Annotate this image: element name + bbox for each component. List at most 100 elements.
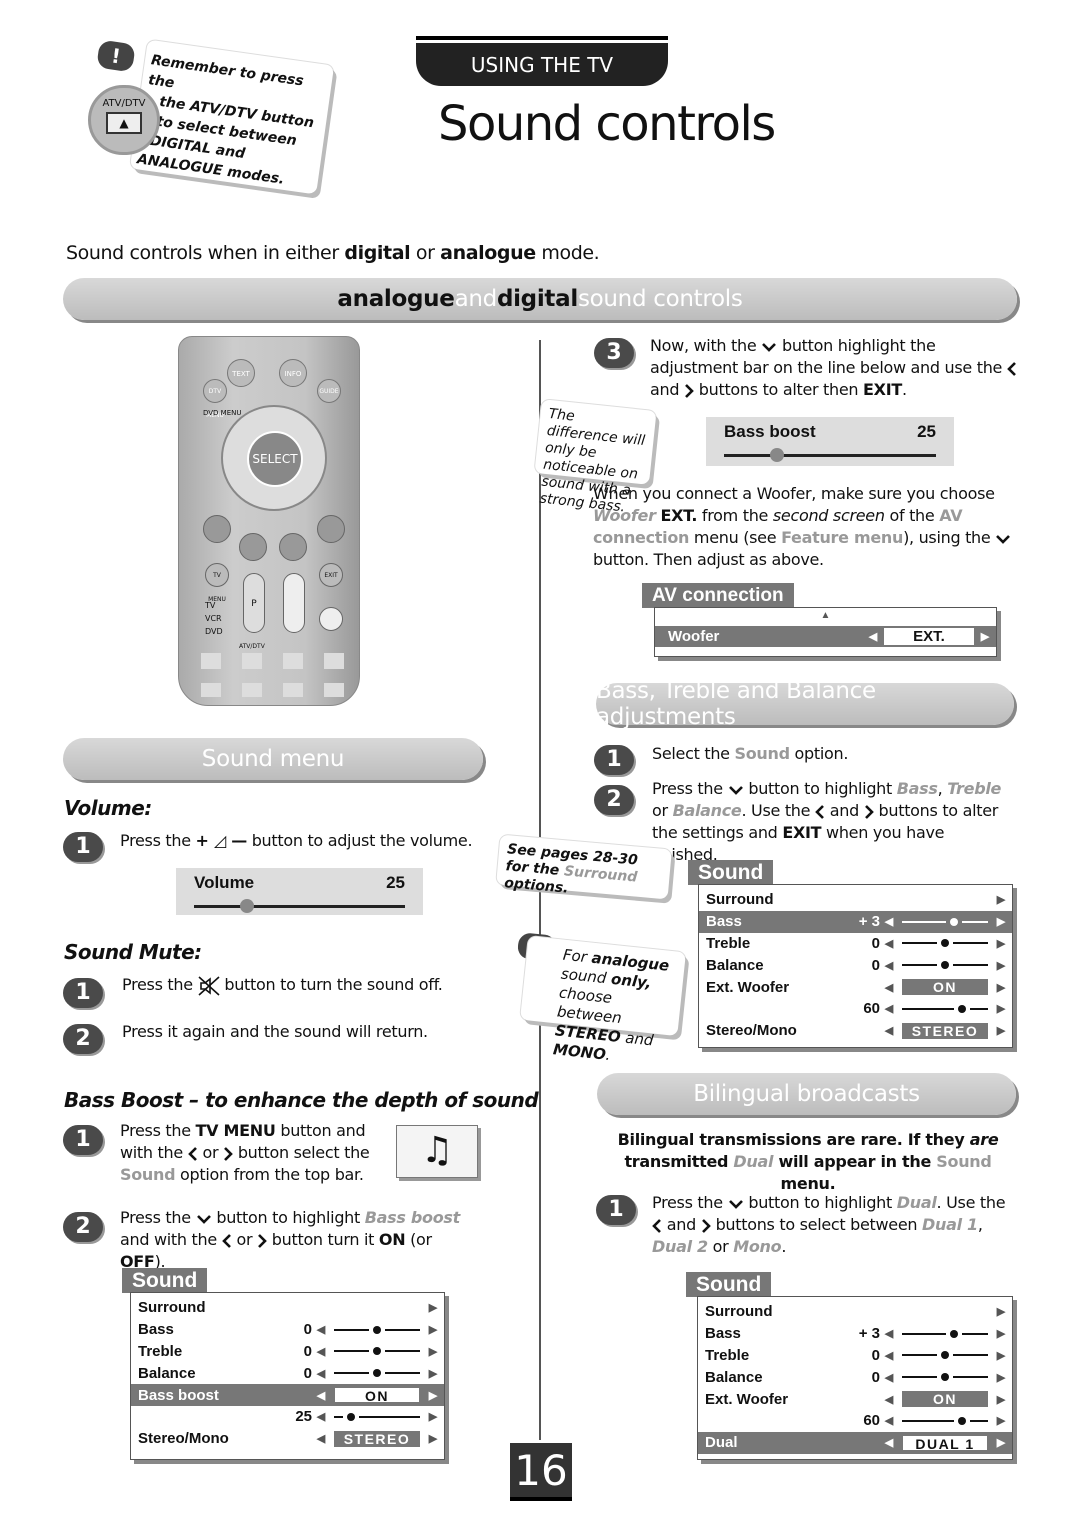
option-value[interactable]: STEREO bbox=[334, 1430, 420, 1447]
left-arrow-icon[interactable]: ◀ bbox=[884, 1436, 894, 1449]
woofer-row[interactable]: Woofer ◀ EXT. ▶ bbox=[655, 626, 996, 647]
menu-row[interactable]: Bass + 3 ◀ ▶ bbox=[699, 910, 1012, 933]
menu-row[interactable]: Surround ▶ bbox=[698, 1301, 1012, 1323]
left-arrow-icon[interactable]: ◀ bbox=[884, 1002, 894, 1015]
slider[interactable] bbox=[334, 1409, 420, 1425]
slider[interactable] bbox=[902, 1347, 988, 1363]
right-arrow-icon[interactable]: ▶ bbox=[996, 1436, 1006, 1449]
slider[interactable] bbox=[334, 1322, 420, 1338]
option-value-text: ON bbox=[902, 979, 988, 996]
right-arrow-icon[interactable]: ▶ bbox=[428, 1301, 438, 1314]
menu-row[interactable]: Treble 0 ◀ ▶ bbox=[131, 1341, 444, 1363]
text-segment: Press the bbox=[120, 831, 196, 850]
right-arrow-icon[interactable]: ▶ bbox=[996, 1327, 1006, 1340]
right-arrow-icon[interactable]: ▶ bbox=[996, 981, 1006, 994]
right-arrow-icon[interactable]: ▶ bbox=[996, 1024, 1006, 1037]
option-value[interactable]: ON bbox=[902, 1391, 988, 1408]
right-arrow-icon[interactable]: ▶ bbox=[996, 1349, 1006, 1362]
text-segment: button to adjust the volume. bbox=[246, 831, 473, 850]
menu-row[interactable]: Treble 0 ◀ ▶ bbox=[699, 933, 1012, 955]
left-arrow-icon[interactable]: ◀ bbox=[884, 915, 894, 928]
left-arrow-icon[interactable]: ◀ bbox=[884, 1393, 894, 1406]
text-segment: and bbox=[619, 1028, 655, 1050]
slider-knob[interactable] bbox=[373, 1325, 381, 1334]
menu-row[interactable]: Balance 0 ◀ ▶ bbox=[131, 1362, 444, 1384]
chevron-down-icon bbox=[761, 336, 777, 355]
slider[interactable] bbox=[334, 1343, 420, 1359]
slider-knob[interactable] bbox=[239, 899, 254, 913]
slider[interactable] bbox=[334, 1365, 420, 1381]
left-arrow-icon[interactable]: ◀ bbox=[884, 937, 894, 950]
text-segment: buttons to select between bbox=[710, 1215, 923, 1234]
option-value[interactable]: DUAL 1 bbox=[902, 1434, 988, 1452]
slider[interactable] bbox=[902, 935, 988, 951]
left-arrow-icon[interactable]: ◀ bbox=[316, 1367, 326, 1380]
menu-row[interactable]: Balance 0 ◀ ▶ bbox=[699, 954, 1012, 976]
left-arrow-icon[interactable]: ◀ bbox=[316, 1323, 326, 1336]
chevron-right-icon bbox=[223, 1143, 233, 1162]
right-arrow-icon[interactable]: ▶ bbox=[996, 915, 1006, 928]
right-arrow-icon[interactable]: ▶ bbox=[996, 1371, 1006, 1384]
slider[interactable] bbox=[902, 1369, 988, 1385]
right-arrow-icon[interactable]: ▶ bbox=[996, 1414, 1006, 1427]
left-arrow-icon[interactable]: ◀ bbox=[884, 1414, 894, 1427]
slider[interactable] bbox=[902, 1326, 988, 1342]
left-arrow-icon[interactable]: ◀ bbox=[316, 1345, 326, 1358]
bass-boost-slider[interactable] bbox=[724, 448, 936, 462]
right-arrow-icon[interactable]: ▶ bbox=[428, 1323, 438, 1336]
option-value[interactable]: STEREO bbox=[902, 1022, 988, 1039]
option-value[interactable]: ON bbox=[902, 979, 988, 996]
left-arrow-icon[interactable]: ◀ bbox=[884, 1024, 894, 1037]
slider[interactable] bbox=[902, 957, 988, 973]
left-arrow-icon[interactable]: ◀ bbox=[884, 1371, 894, 1384]
left-arrow-icon[interactable]: ◀ bbox=[884, 981, 894, 994]
slider-knob[interactable] bbox=[949, 1329, 958, 1338]
text-segment: or bbox=[231, 1230, 258, 1249]
menu-row[interactable]: 60 ◀ ▶ bbox=[698, 1410, 1012, 1432]
menu-row[interactable]: Treble 0 ◀ ▶ bbox=[698, 1345, 1012, 1367]
right-arrow-icon[interactable]: ▶ bbox=[428, 1410, 438, 1423]
right-arrow-icon[interactable]: ▶ bbox=[428, 1367, 438, 1380]
left-arrow-icon[interactable]: ◀ bbox=[884, 1349, 894, 1362]
left-arrow-icon[interactable]: ◀ bbox=[316, 1432, 326, 1445]
right-arrow-icon[interactable]: ▶ bbox=[980, 630, 990, 643]
left-arrow-icon[interactable]: ◀ bbox=[316, 1410, 326, 1423]
slider[interactable] bbox=[902, 1413, 988, 1429]
left-arrow-icon[interactable]: ◀ bbox=[868, 630, 878, 643]
menu-row[interactable]: Ext. Woofer ◀ ON ▶ bbox=[698, 1388, 1012, 1410]
menu-row[interactable]: Bass 0 ◀ ▶ bbox=[131, 1319, 444, 1341]
right-arrow-icon[interactable]: ▶ bbox=[996, 893, 1006, 906]
menu-row[interactable]: Surround ▶ bbox=[699, 889, 1012, 911]
right-arrow-icon[interactable]: ▶ bbox=[996, 937, 1006, 950]
text-segment: menu (see bbox=[689, 528, 782, 547]
right-arrow-icon[interactable]: ▶ bbox=[428, 1345, 438, 1358]
slider-knob[interactable] bbox=[949, 917, 958, 926]
text-segment: sound controls bbox=[577, 286, 743, 312]
menu-row[interactable]: Stereo/Mono ◀ STEREO ▶ bbox=[699, 1020, 1012, 1042]
menu-row[interactable]: Stereo/Mono ◀ STEREO ▶ bbox=[131, 1428, 444, 1450]
volume-slider[interactable] bbox=[194, 899, 405, 913]
right-arrow-icon[interactable]: ▶ bbox=[428, 1432, 438, 1445]
option-value[interactable]: ON bbox=[334, 1387, 420, 1404]
menu-row[interactable]: 60 ◀ ▶ bbox=[699, 998, 1012, 1020]
slider[interactable] bbox=[902, 1001, 988, 1017]
right-arrow-icon[interactable]: ▶ bbox=[996, 959, 1006, 972]
menu-row[interactable]: Bass + 3 ◀ ▶ bbox=[698, 1323, 1012, 1345]
left-arrow-icon[interactable]: ◀ bbox=[316, 1389, 326, 1402]
right-arrow-icon[interactable]: ▶ bbox=[996, 1305, 1006, 1318]
menu-row[interactable]: Balance 0 ◀ ▶ bbox=[698, 1366, 1012, 1388]
slider-knob[interactable] bbox=[770, 448, 784, 462]
left-arrow-icon[interactable]: ◀ bbox=[884, 1327, 894, 1340]
left-arrow-icon[interactable]: ◀ bbox=[884, 959, 894, 972]
right-arrow-icon[interactable]: ▶ bbox=[428, 1389, 438, 1402]
menu-row[interactable]: Dual ◀ DUAL 1 ▶ bbox=[698, 1431, 1012, 1454]
menu-row[interactable]: Bass boost ◀ ON ▶ bbox=[131, 1384, 444, 1406]
menu-row-value: 60 bbox=[863, 1000, 880, 1018]
menu-row[interactable]: 25 ◀ ▶ bbox=[131, 1406, 444, 1428]
menu-row[interactable]: Surround ▶ bbox=[131, 1297, 444, 1319]
av-connection-tab: AV connection bbox=[642, 583, 794, 608]
right-arrow-icon[interactable]: ▶ bbox=[996, 1393, 1006, 1406]
slider[interactable] bbox=[902, 914, 988, 930]
right-arrow-icon[interactable]: ▶ bbox=[996, 1002, 1006, 1015]
menu-row[interactable]: Ext. Woofer ◀ ON ▶ bbox=[699, 976, 1012, 998]
